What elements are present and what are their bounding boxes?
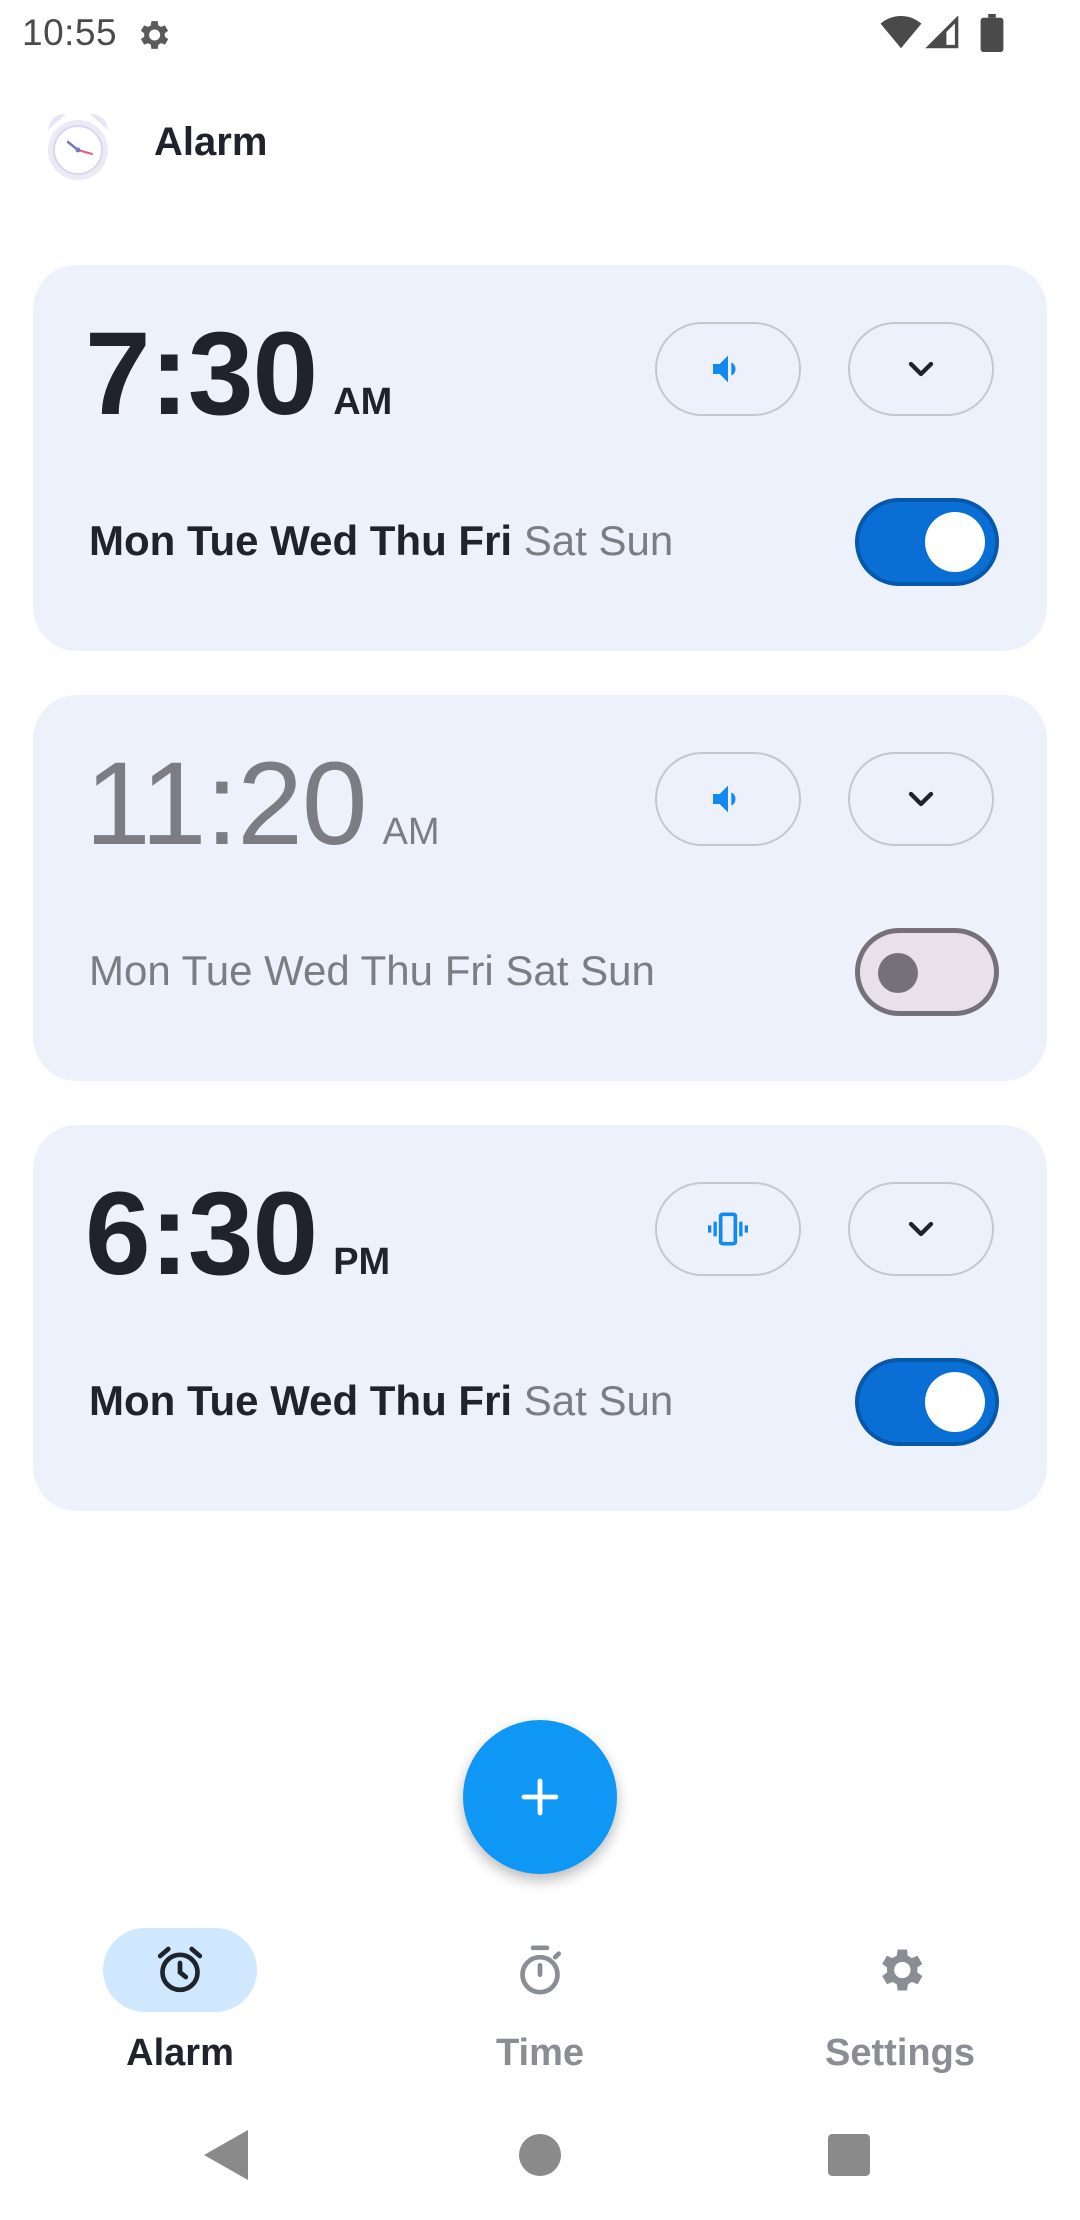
- day-label: Sun: [598, 1377, 674, 1424]
- nav-indicator: [463, 1928, 617, 2012]
- day-label: Thu: [360, 947, 434, 994]
- wifi-icon: [880, 16, 922, 49]
- add-alarm-button[interactable]: [463, 1720, 617, 1874]
- expand-button[interactable]: [848, 1182, 994, 1276]
- alarm-card[interactable]: 11:20 AM Mon Tue Wed Thu Fri Sat Sun: [33, 695, 1047, 1081]
- chevron-down-icon: [908, 1221, 934, 1237]
- home-icon[interactable]: [519, 2134, 561, 2176]
- screen: 10:55 Alarm 7:30 AM Mon Tue Wed Thu Fri …: [0, 0, 1080, 2220]
- toggle-knob: [925, 1372, 985, 1432]
- chevron-down-icon: [908, 791, 934, 807]
- day-label: Tue: [181, 947, 253, 994]
- battery-icon: [980, 14, 1004, 52]
- day-label: Fri: [458, 1377, 513, 1424]
- alarm-card[interactable]: 6:30 PM Mon Tue Wed Thu Fri Sat Sun: [33, 1125, 1047, 1511]
- alarm-time-value: 6:30: [85, 1168, 318, 1300]
- nav-item-time[interactable]: Time: [410, 1928, 670, 2078]
- nav-label: Settings: [825, 2032, 975, 2074]
- day-label: Fri: [444, 947, 494, 994]
- nav-active-indicator: [103, 1928, 257, 2012]
- alarm-time[interactable]: 7:30 AM: [85, 315, 392, 433]
- alert-mode-button[interactable]: [655, 322, 801, 416]
- cell-signal-icon: [925, 16, 959, 49]
- alarm-toggle[interactable]: [855, 928, 999, 1016]
- day-label: Tue: [186, 517, 259, 564]
- alarm-toggle[interactable]: [855, 498, 999, 586]
- repeat-days: Mon Tue Wed Thu Fri Sat Sun: [89, 517, 673, 565]
- alert-mode-button[interactable]: [655, 1182, 801, 1276]
- back-icon[interactable]: [204, 2130, 248, 2180]
- volume-icon: [713, 355, 736, 383]
- alarm-card[interactable]: 7:30 AM Mon Tue Wed Thu Fri Sat Sun: [33, 265, 1047, 651]
- chevron-down-icon: [908, 361, 934, 377]
- alarm-clock-icon: [157, 1946, 203, 1993]
- alarm-period: PM: [333, 1241, 391, 1283]
- stopwatch-icon: [520, 1945, 561, 1995]
- day-label: Sat: [523, 517, 587, 564]
- toggle-knob: [925, 512, 985, 572]
- day-label: Mon: [89, 1377, 176, 1424]
- day-label: Tue: [186, 1377, 259, 1424]
- alarm-time[interactable]: 11:20 AM: [85, 745, 440, 863]
- nav-label: Time: [495, 2032, 584, 2074]
- settings-gear-icon: [140, 21, 169, 49]
- alarm-period: AM: [333, 381, 393, 423]
- expand-button[interactable]: [848, 322, 994, 416]
- expand-button[interactable]: [848, 752, 994, 846]
- repeat-days: Mon Tue Wed Thu Fri Sat Sun: [89, 1377, 673, 1425]
- day-label: Wed: [270, 1377, 359, 1424]
- status-bar: 10:55: [0, 0, 1080, 66]
- day-label: Sun: [580, 947, 655, 994]
- day-label: Fri: [458, 517, 513, 564]
- app-bar: Alarm: [0, 96, 1080, 196]
- day-label: Sat: [505, 947, 569, 994]
- alarm-toggle[interactable]: [855, 1358, 999, 1446]
- day-label: Mon: [89, 517, 176, 564]
- system-navigation-bar: [0, 2110, 1080, 2200]
- volume-icon: [713, 785, 736, 813]
- day-label: Thu: [369, 517, 447, 564]
- nav-item-settings[interactable]: Settings: [770, 1928, 1030, 2078]
- day-label: Sat: [523, 1377, 587, 1424]
- recents-icon[interactable]: [828, 2134, 870, 2176]
- alarm-time[interactable]: 6:30 PM: [85, 1175, 390, 1293]
- day-label: Wed: [264, 947, 350, 994]
- nav-indicator: [823, 1928, 977, 2012]
- page-title: Alarm: [154, 120, 268, 164]
- plus-icon: [521, 1778, 559, 1816]
- status-time: 10:55: [22, 12, 118, 53]
- repeat-days: Mon Tue Wed Thu Fri Sat Sun: [89, 947, 655, 995]
- alarm-time-value: 11:20: [85, 738, 368, 870]
- alert-mode-button[interactable]: [655, 752, 801, 846]
- nav-item-alarm[interactable]: Alarm: [50, 1928, 310, 2078]
- day-label: Thu: [369, 1377, 447, 1424]
- day-label: Mon: [89, 947, 171, 994]
- nav-label: Alarm: [126, 2032, 234, 2074]
- day-label: Sun: [598, 517, 674, 564]
- alarm-clock-logo: [48, 114, 108, 180]
- alarm-time-value: 7:30: [85, 308, 318, 440]
- day-label: Wed: [270, 517, 359, 564]
- bottom-navigation: Alarm Time Settings: [0, 1920, 1080, 2090]
- vibrate-icon: [708, 1212, 748, 1246]
- alarm-period: AM: [382, 811, 440, 853]
- toggle-knob: [878, 953, 918, 993]
- gear-icon: [882, 1949, 923, 1991]
